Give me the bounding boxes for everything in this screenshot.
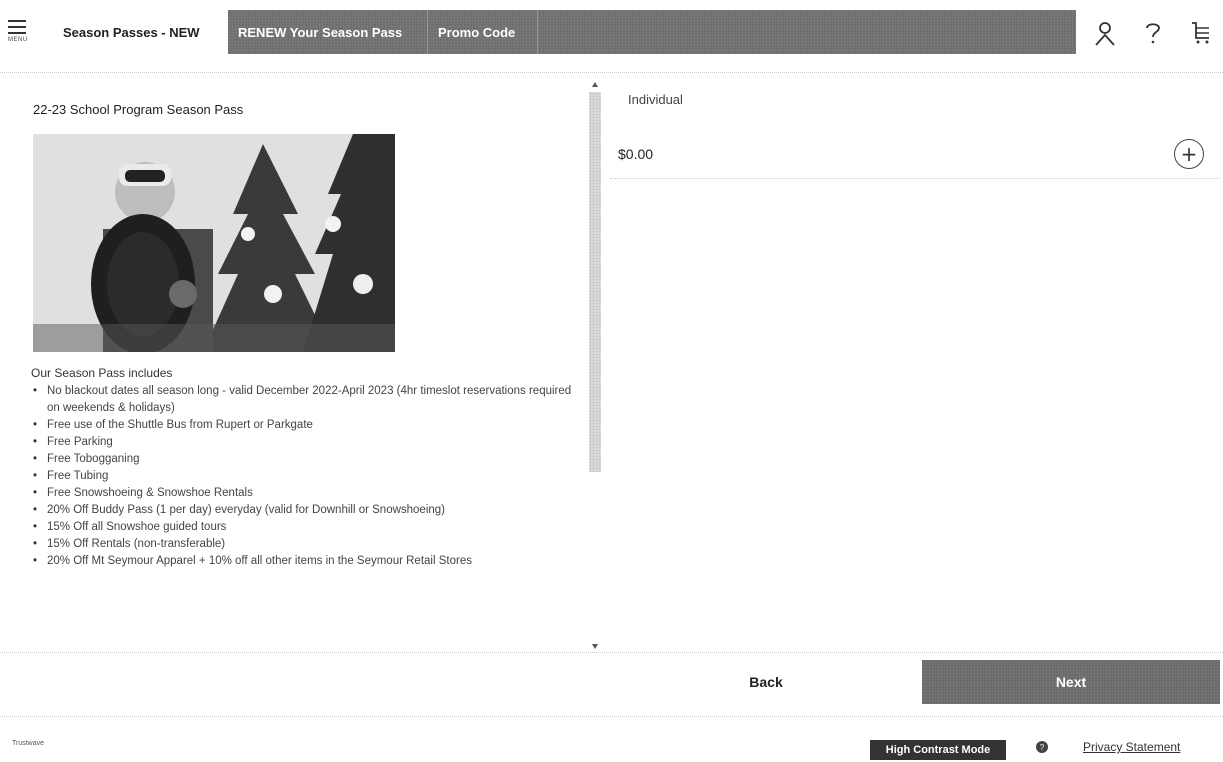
hamburger-icon-bar [8, 26, 26, 28]
header-icons [1091, 18, 1215, 48]
cart-button[interactable] [1187, 18, 1215, 48]
footer-divider [0, 716, 1223, 717]
trustwave-logo[interactable]: Trustwave [12, 740, 44, 747]
tab-renew-season-pass[interactable]: RENEW Your Season Pass [228, 10, 428, 54]
product-description-panel: 22-23 School Program Season Pass Our Sea [0, 82, 588, 652]
user-icon [1095, 22, 1115, 46]
hamburger-icon-bar [8, 32, 26, 34]
product-title: 22-23 School Program Season Pass [33, 102, 244, 117]
hamburger-icon [8, 20, 26, 22]
scrollbar-thumb[interactable] [589, 92, 601, 472]
product-image [33, 134, 395, 352]
top-navigation: MENU Season Passes - NEW RENEW Your Seas… [0, 0, 1223, 66]
help-icon [1146, 23, 1160, 44]
list-item: 15% Off all Snowshoe guided tours [31, 519, 579, 536]
list-item: 20% Off Mt Seymour Apparel + 10% off all… [31, 553, 579, 570]
help-button[interactable] [1139, 18, 1167, 48]
list-item: No blackout dates all season long - vali… [31, 383, 579, 417]
tab-promo-code[interactable]: Promo Code [428, 10, 538, 54]
list-item: Free use of the Shuttle Bus from Rupert … [31, 417, 579, 434]
price-divider [610, 178, 1220, 179]
scroll-up-arrow-icon[interactable] [592, 82, 598, 87]
menu-label: MENU [8, 37, 28, 43]
add-quantity-button[interactable]: + [1174, 139, 1204, 169]
benefits-list: No blackout dates all season long - vali… [31, 383, 579, 570]
list-item: Free Tubing [31, 468, 579, 485]
list-item: 20% Off Buddy Pass (1 per day) everyday … [31, 502, 579, 519]
account-button[interactable] [1091, 18, 1119, 48]
snowboarder-photo [33, 134, 395, 352]
plus-icon: + [1180, 142, 1198, 166]
privacy-statement-link[interactable]: Privacy Statement [1083, 740, 1180, 754]
list-item: 15% Off Rentals (non-transferable) [31, 536, 579, 553]
includes-heading: Our Season Pass includes [31, 366, 173, 380]
list-item: Free Tobogganing [31, 451, 579, 468]
price-value: $0.00 [618, 146, 654, 162]
ticket-type-label: Individual [628, 92, 683, 107]
back-button[interactable]: Back [612, 660, 920, 704]
info-icon[interactable]: ? [1036, 741, 1048, 753]
next-button[interactable]: Next [922, 660, 1220, 704]
description-scrollbar[interactable] [588, 82, 604, 652]
list-item: Free Snowshoeing & Snowshoe Rentals [31, 485, 579, 502]
content-divider [0, 652, 1223, 653]
cart-icon [1192, 22, 1209, 44]
high-contrast-mode-button[interactable]: High Contrast Mode [870, 740, 1006, 760]
list-item: Free Parking [31, 434, 579, 451]
header-divider [0, 72, 1223, 73]
menu-button[interactable]: MENU [8, 20, 30, 48]
scroll-down-arrow-icon[interactable] [592, 644, 598, 649]
tab-season-passes-new[interactable]: Season Passes - NEW [52, 10, 228, 54]
